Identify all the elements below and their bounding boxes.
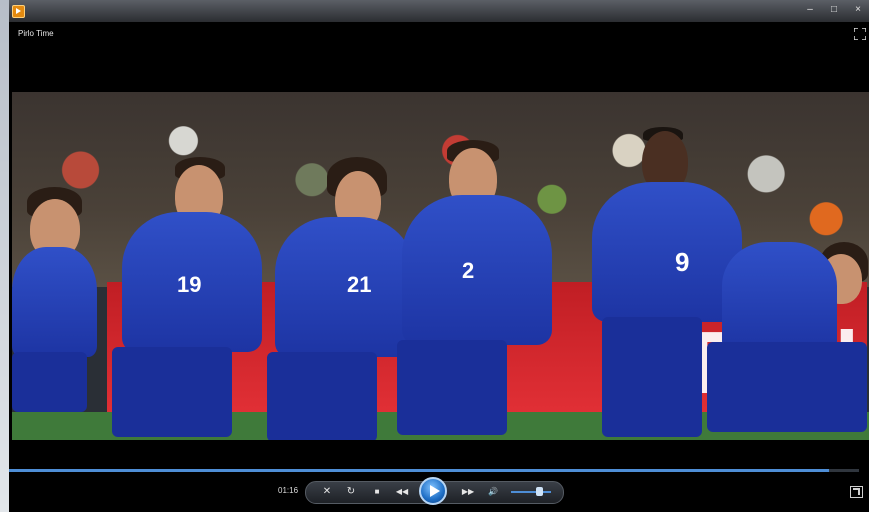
title-bar[interactable]: – □ × bbox=[9, 0, 869, 22]
shuffle-button[interactable]: ✕ bbox=[320, 486, 334, 498]
play-icon[interactable] bbox=[419, 477, 447, 505]
jersey-number: 19 bbox=[177, 272, 202, 297]
jersey-number: 9 bbox=[675, 247, 690, 277]
repeat-button[interactable]: ↻ bbox=[344, 486, 358, 498]
minimize-button[interactable]: – bbox=[803, 4, 817, 16]
jersey-number: 2 bbox=[462, 258, 475, 283]
close-button[interactable]: × bbox=[851, 4, 865, 16]
seek-bar[interactable] bbox=[9, 469, 859, 472]
window-controls: – □ × bbox=[803, 4, 865, 16]
volume-knob[interactable] bbox=[536, 487, 543, 496]
app-icon[interactable] bbox=[12, 5, 25, 18]
maximize-button[interactable]: □ bbox=[827, 4, 841, 16]
playback-controls: ✕ ↻ ■ ◀◀ ▶▶ 🔊 bbox=[305, 477, 564, 505]
current-time: 01:16 bbox=[278, 486, 299, 495]
player-right-edge bbox=[702, 242, 869, 440]
player-left-edge bbox=[12, 187, 102, 437]
media-player-window: – □ × Pirlo Time Pod 19 bbox=[9, 0, 869, 512]
previous-button[interactable]: ◀◀ bbox=[392, 486, 412, 498]
video-frame[interactable]: Pod 19 21 2 bbox=[12, 92, 869, 440]
player-19: 19 bbox=[97, 157, 277, 440]
switch-to-library-icon[interactable] bbox=[850, 486, 863, 498]
mute-button[interactable]: 🔊 bbox=[486, 486, 500, 498]
stop-button[interactable]: ■ bbox=[370, 486, 384, 498]
video-title: Pirlo Time bbox=[18, 29, 54, 38]
seek-progress bbox=[9, 469, 830, 472]
volume-slider[interactable] bbox=[511, 491, 551, 493]
player-2: 2 bbox=[392, 140, 592, 440]
next-button[interactable]: ▶▶ bbox=[458, 486, 478, 498]
jersey-number: 21 bbox=[347, 272, 372, 297]
fullscreen-icon[interactable] bbox=[854, 28, 866, 40]
